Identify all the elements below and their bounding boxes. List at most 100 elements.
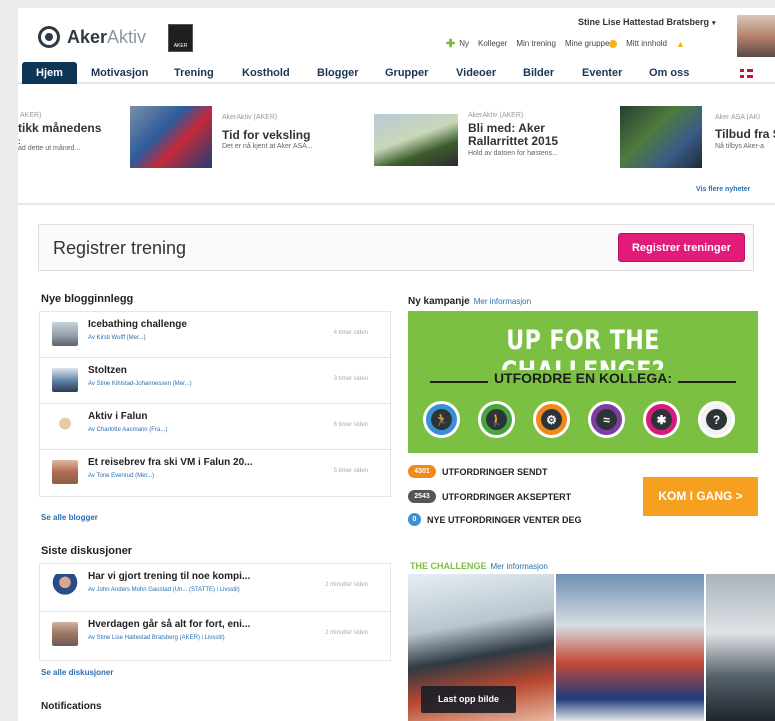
run-icon[interactable]: 🏃 (423, 401, 460, 438)
news-thumb (130, 106, 212, 168)
discussions-title: Siste diskusjoner (41, 545, 133, 557)
row-title: Hverdagen går så alt for fort, eni... (88, 619, 251, 630)
list-item[interactable]: Et reisebrev fra ski VM i Falun 20... Av… (40, 450, 390, 496)
row-time: 4 timer siden (333, 330, 368, 336)
page: AkerAktiv AKER Stine Lise Hattestad Brat… (18, 8, 775, 721)
chevron-down-icon: ▾ (712, 20, 716, 27)
news-source: AkerAktiv (AKER) (222, 114, 278, 121)
stat-badge: 0 (408, 513, 421, 526)
user-name: Stine Lise Hattestad Bratsberg (578, 17, 710, 27)
nav-kosthold[interactable]: Kosthold (242, 62, 290, 84)
bike-icon[interactable]: ⚙ (533, 401, 570, 438)
blog-list: Icebathing challenge Av Kirsti Wulff (Me… (39, 311, 391, 497)
blog-thumb (52, 368, 78, 392)
campaign-head-label: Ny kampanje (408, 296, 470, 307)
news-desc: ad dette ut måned... (18, 145, 81, 152)
plus-icon: ✚ (446, 38, 456, 50)
blogs-title: Nye blogginnlegg (41, 293, 134, 305)
news-source: AKER) (20, 112, 42, 119)
my-content-link[interactable]: Mitt innhold (626, 39, 667, 48)
row-title: Har vi gjort trening til noe kompi... (88, 571, 251, 582)
nav-videoer[interactable]: Videoer (456, 62, 496, 84)
challenge-photo[interactable] (556, 574, 704, 721)
bell-icon[interactable]: ▲ (676, 39, 685, 49)
row-author[interactable]: Av John Anders Mohn Gaustad (Un... (STAT… (88, 587, 240, 593)
row-time: 6 timer siden (333, 422, 368, 428)
stat-badge: 4301 (408, 465, 436, 478)
nav-motivasjon[interactable]: Motivasjon (91, 62, 148, 84)
aker-badge: AKER (168, 24, 193, 52)
challenge-heading: THE CHALLENGE Mer informasjon (410, 561, 548, 571)
news-title: tikk månedens (18, 121, 102, 135)
list-item[interactable]: Hverdagen går så alt for fort, eni... Av… (40, 612, 390, 660)
row-author[interactable]: Av Stine Lise Hattestad Bratsberg (AKER)… (88, 635, 225, 641)
nav-hjem[interactable]: Hjem (22, 62, 77, 84)
stat-waiting: 0 NYE UTFORDRINGER VENTER DEG (408, 513, 582, 526)
row-author[interactable]: Av Kirsti Wulff (Mer...) (88, 335, 146, 341)
nav-bilder[interactable]: Bilder (523, 62, 554, 84)
news-source: Aker ASA (AKI (715, 114, 761, 121)
upload-photo-button[interactable]: Last opp bilde (421, 686, 516, 713)
nav-trening[interactable]: Trening (174, 62, 214, 84)
register-training-panel: Registrer trening Registrer treninger (38, 224, 754, 271)
nav-grupper[interactable]: Grupper (385, 62, 428, 84)
row-time: 2 minutter siden (325, 630, 368, 636)
my-groups-link[interactable]: Mine grupper (565, 39, 618, 48)
campaign-subtitle: UTFORDRE EN KOLLEGA: (408, 370, 758, 386)
swim-icon[interactable]: ≈ (588, 401, 625, 438)
norway-flag-icon[interactable] (740, 69, 753, 78)
news-desc: Det er nå kjent at Aker ASA... (222, 143, 313, 150)
campaign-more-link[interactable]: Mer informasjon (474, 297, 531, 306)
list-item[interactable]: Aktiv i Falun Av Charlotte Aasmann (Fra.… (40, 404, 390, 450)
akeraktiv-logo[interactable]: AkerAktiv (38, 26, 146, 48)
more-news-link[interactable]: Vis flere nyheter (696, 186, 750, 193)
register-trainings-button[interactable]: Registrer treninger (618, 233, 745, 262)
row-author[interactable]: Av Stine Kihlstad-Johannessen (Mer...) (88, 381, 192, 387)
question-icon[interactable]: ? (698, 401, 735, 438)
discussion-thumb (52, 574, 78, 598)
blog-thumb (52, 414, 78, 438)
row-author[interactable]: Av Charlotte Aasmann (Fra...) (88, 427, 167, 433)
colleagues-link[interactable]: Kolleger (478, 39, 507, 48)
challenge-more-link[interactable]: Mer informasjon (491, 562, 548, 571)
nav-eventer[interactable]: Eventer (582, 62, 622, 84)
walk-icon[interactable]: 🚶 (478, 401, 515, 438)
news-title: Tilbud fra S (715, 127, 775, 141)
stat-badge: 2543 (408, 490, 436, 503)
campaign-banner[interactable]: UP FOR THE CHALLENGE? UTFORDRE EN KOLLEG… (408, 311, 758, 453)
register-title: Registrer trening (53, 238, 187, 258)
stat-sent: 4301 UTFORDRINGER SENDT (408, 465, 548, 478)
user-menu[interactable]: Stine Lise Hattestad Bratsberg ▾ (578, 17, 716, 27)
top-links: ✚ Ny Kolleger Min trening Mine grupper M… (446, 37, 694, 50)
notification-dot-icon (609, 39, 618, 48)
row-author[interactable]: Av Tone Evenrud (Mer...) (88, 473, 154, 479)
nav-om-oss[interactable]: Om oss (649, 62, 689, 84)
blog-thumb (52, 322, 78, 346)
spin-icon[interactable]: ✱ (643, 401, 680, 438)
divider (18, 203, 775, 205)
discussion-thumb (52, 622, 78, 646)
stat-accepted: 2543 UTFORDRINGER AKSEPTERT (408, 490, 571, 503)
row-title: Et reisebrev fra ski VM i Falun 20... (88, 457, 253, 468)
new-link[interactable]: Ny (459, 39, 469, 48)
nav-blogger[interactable]: Blogger (317, 62, 359, 84)
get-started-button[interactable]: KOM I GANG > (643, 477, 758, 516)
avatar[interactable] (737, 15, 775, 57)
my-training-link[interactable]: Min trening (516, 39, 556, 48)
news-thumb (374, 114, 458, 166)
stat-label: NYE UTFORDRINGER VENTER DEG (427, 514, 582, 525)
see-all-blogs-link[interactable]: Se alle blogger (41, 513, 98, 522)
list-item[interactable]: Har vi gjort trening til noe kompi... Av… (40, 564, 390, 612)
news-source: AkerAktiv (AKER) (468, 112, 524, 119)
list-item[interactable]: Stoltzen Av Stine Kihlstad-Johannessen (… (40, 358, 390, 404)
row-title: Aktiv i Falun (88, 411, 148, 422)
see-all-discussions-link[interactable]: Se alle diskusjoner (41, 668, 113, 677)
row-time: 5 timer siden (333, 468, 368, 474)
news-title-line2: Rallarrittet 2015 (468, 134, 559, 148)
row-time: 2 minutter siden (325, 582, 368, 588)
main-nav: Hjem Motivasjon Trening Kosthold Blogger… (18, 62, 775, 84)
list-item[interactable]: Icebathing challenge Av Kirsti Wulff (Me… (40, 312, 390, 358)
stat-label: UTFORDRINGER SENDT (442, 466, 548, 477)
challenge-photo[interactable] (706, 574, 775, 721)
stat-label: UTFORDRINGER AKSEPTERT (442, 491, 572, 502)
